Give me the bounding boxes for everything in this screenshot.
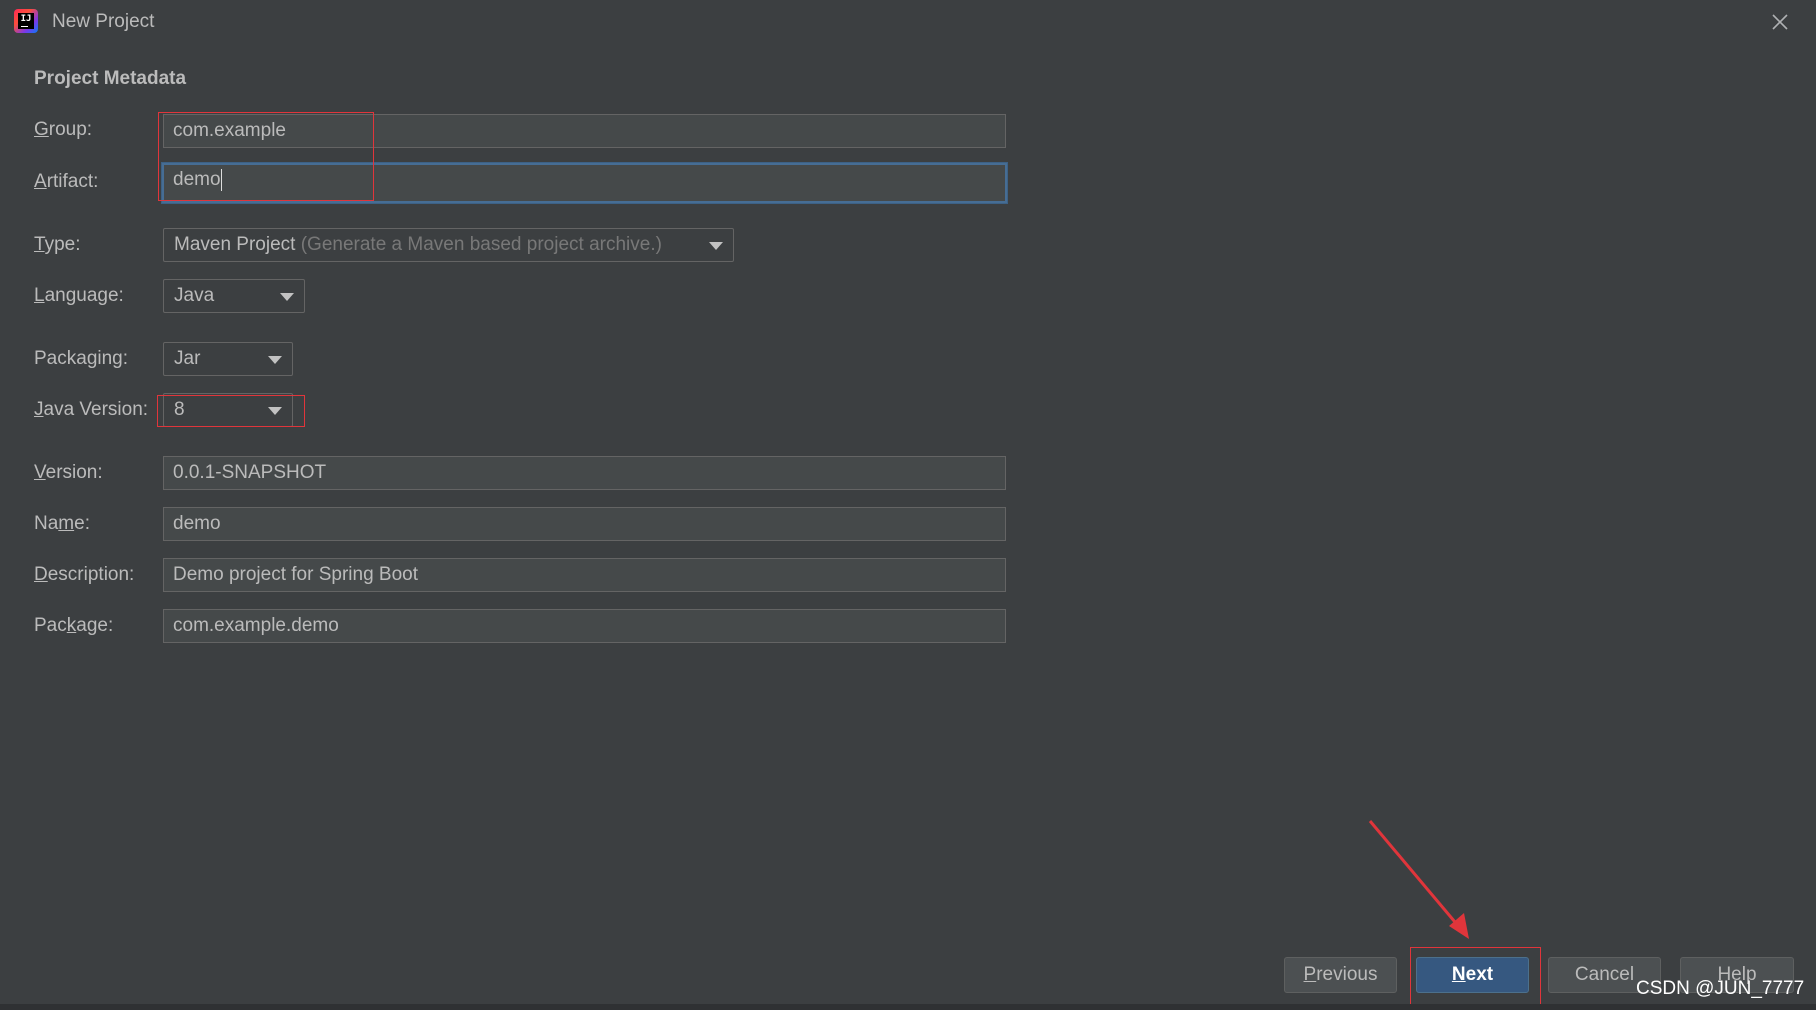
name-field[interactable]: demo (163, 507, 1006, 541)
package-field[interactable]: com.example.demo (163, 609, 1006, 643)
text-caret (220, 168, 223, 191)
group-field[interactable]: com.example (163, 114, 1006, 148)
close-button[interactable] (1766, 8, 1794, 36)
packaging-select[interactable]: Jar (163, 342, 293, 376)
type-select[interactable]: Maven Project (Generate a Maven based pr… (163, 228, 734, 262)
new-project-dialog: IJ New Project Project Metadata Group: c… (0, 0, 1816, 1010)
java-version-select[interactable]: 8 (163, 393, 293, 427)
annotation-arrow (1368, 820, 1469, 939)
section-title: Project Metadata (34, 68, 187, 89)
chevron-down-icon (280, 293, 294, 301)
bottom-strip (0, 1004, 1816, 1010)
watermark: CSDN @JUN_7777 (1636, 978, 1805, 999)
chevron-down-icon (268, 356, 282, 364)
name-label: Name: (34, 513, 90, 534)
package-label: Package: (34, 615, 114, 636)
group-label: Group: (34, 119, 93, 140)
window-title: New Project (52, 11, 155, 32)
chevron-down-icon (268, 407, 282, 415)
artifact-label: Artifact: (34, 171, 99, 192)
version-label: Version: (34, 462, 103, 483)
packaging-label: Packaging: (34, 348, 129, 369)
description-label: Description: (34, 564, 135, 585)
next-button[interactable]: Next (1416, 957, 1529, 993)
previous-button[interactable]: Previous (1284, 957, 1397, 993)
language-select[interactable]: Java (163, 279, 305, 313)
intellij-idea-icon: IJ (14, 9, 38, 33)
version-field[interactable]: 0.0.1-SNAPSHOT (163, 456, 1006, 490)
type-label: Type: (34, 234, 81, 255)
language-label: Language: (34, 285, 124, 306)
description-field[interactable]: Demo project for Spring Boot (163, 558, 1006, 592)
title-bar: IJ New Project (0, 0, 1816, 44)
artifact-field[interactable]: demo (162, 163, 1007, 203)
java-version-label: Java Version: (34, 399, 149, 420)
chevron-down-icon (709, 242, 723, 250)
close-icon (1772, 14, 1788, 30)
